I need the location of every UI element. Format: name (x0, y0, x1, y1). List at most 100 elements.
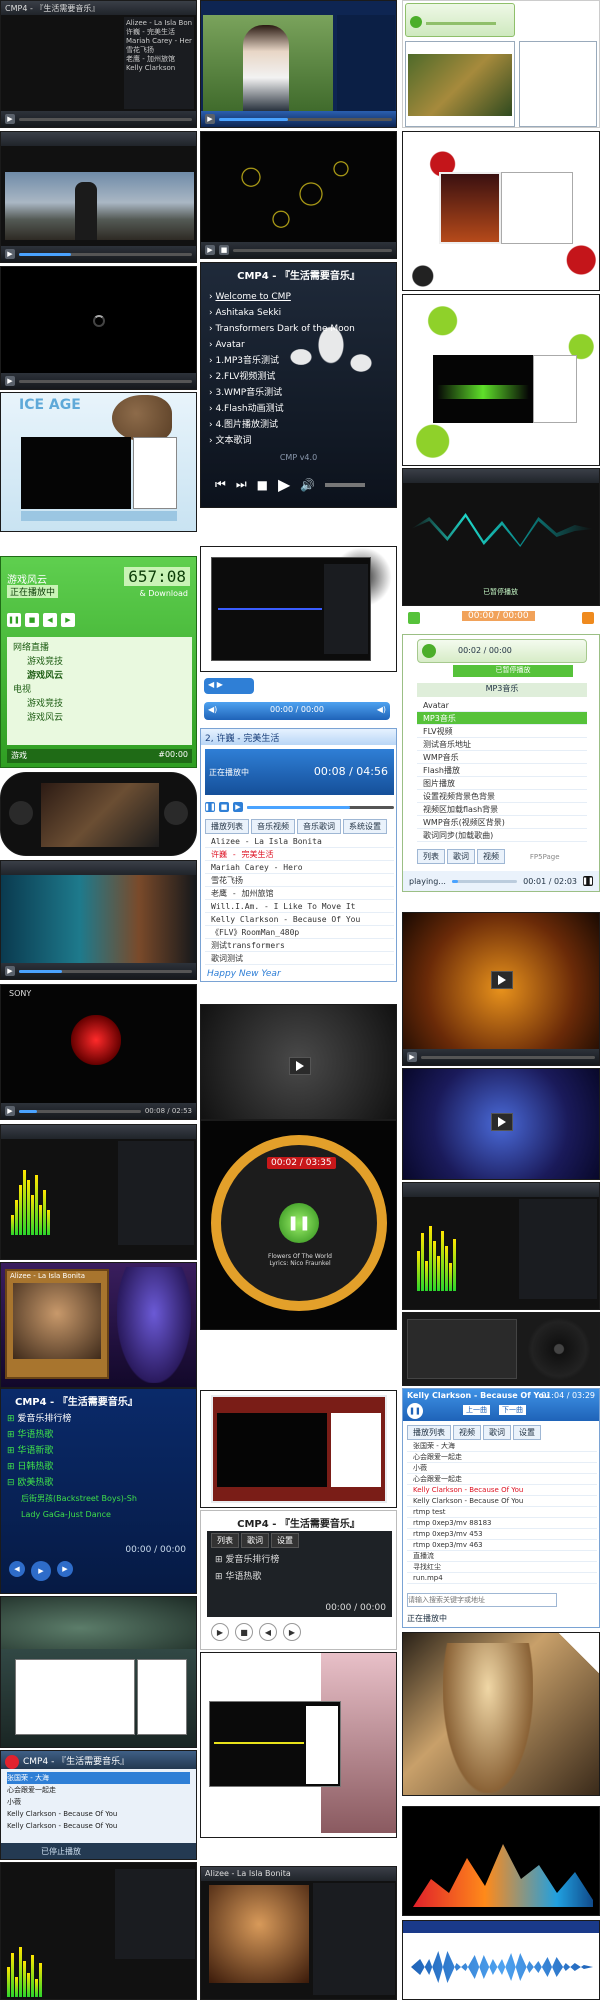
list-item[interactable]: Flash播放 (417, 764, 587, 777)
next-icon[interactable]: ⏭ (236, 477, 247, 492)
tab-video[interactable]: 视频 (477, 849, 505, 864)
list-item[interactable]: ⊞ 爱音乐排行榜 (207, 1550, 392, 1567)
list-item[interactable]: 张国荣 - 大海 (407, 1441, 597, 1452)
tree-item[interactable]: 游戏风云 (13, 669, 186, 683)
seek-slider[interactable] (19, 379, 192, 383)
list-item[interactable]: 歌词同步(加载歌曲) (417, 829, 587, 842)
seek-slider[interactable] (19, 117, 192, 121)
tab-playlist[interactable]: 播放列表 (407, 1425, 451, 1440)
tree-item[interactable]: 游戏竞技 (13, 655, 186, 669)
list-item[interactable]: rtmp 0xep3/mv 463 (407, 1540, 597, 1551)
menu-item[interactable]: › 4.Flash动画测试 (209, 401, 355, 417)
tab-lyrics[interactable]: 音乐歌词 (297, 819, 341, 834)
list-item[interactable]: MP3音乐 (417, 712, 587, 725)
menu-item[interactable]: › Avatar (209, 337, 355, 353)
play-button[interactable]: ▶ (5, 1106, 15, 1116)
record-icon[interactable] (5, 1755, 19, 1769)
seek-slider[interactable] (19, 1109, 141, 1113)
download-link[interactable]: & Download (139, 589, 188, 598)
play-button[interactable] (422, 644, 436, 658)
list-item[interactable]: 许巍 - 完美生活 (205, 848, 394, 861)
list-item[interactable]: 测试transformers (205, 939, 394, 952)
list-item[interactable]: ⊞ 华语热歌 (207, 1567, 392, 1584)
list-item[interactable]: 直播流 (407, 1551, 597, 1562)
play-button[interactable]: ▶ (5, 966, 15, 976)
list-item[interactable]: rtmp 0xep3/mv 88183 (407, 1518, 597, 1529)
menu-item[interactable]: › 2.FLV视频测试 (209, 369, 355, 385)
tab-settings[interactable]: 设置 (271, 1533, 299, 1548)
tab-video[interactable]: 音乐视频 (251, 819, 295, 834)
seek-slider[interactable] (451, 879, 518, 883)
seek-slider[interactable] (426, 22, 496, 25)
stop-button[interactable]: ■ (219, 802, 229, 812)
pause-button[interactable]: ❚❚ (279, 1203, 319, 1243)
list-item[interactable]: Mariah Carey - Hero (205, 861, 394, 874)
play-button[interactable]: ▶ (205, 245, 215, 255)
pause-button[interactable]: ❚❚ (7, 613, 21, 627)
list-item[interactable]: ⊞ 华语热歌 (7, 1427, 192, 1443)
list-item[interactable]: 老鹰 - 加州旅馆 (205, 887, 394, 900)
list-item[interactable]: 许巍 - 完美生活 (126, 28, 192, 37)
menu-item[interactable]: › Welcome to CMP (209, 289, 355, 305)
list-item[interactable]: 雪花飞扬 (205, 874, 394, 887)
menu-item[interactable]: › 3.WMP音乐测试 (209, 385, 355, 401)
stop-icon[interactable]: ■ (257, 478, 268, 492)
play-button[interactable]: ▶ (5, 114, 15, 124)
list-item[interactable]: 雪花飞扬 (126, 46, 192, 55)
list-item[interactable]: 老鹰 - 加州旅馆 (126, 55, 192, 64)
tab-playlist[interactable]: 播放列表 (205, 819, 249, 834)
play-button[interactable] (408, 612, 420, 624)
list-item[interactable]: Mariah Carey - Hero (126, 37, 192, 46)
volume-icon[interactable]: ◀) (377, 705, 386, 717)
list-item[interactable]: 小薇 (7, 1796, 190, 1808)
list-item[interactable]: Kelly Clarkson - Because Of You (407, 1496, 597, 1507)
list-item[interactable]: WMP音乐 (417, 751, 587, 764)
menu-item[interactable]: › 1.MP3音乐测试 (209, 353, 355, 369)
volume-icon[interactable]: ◀) (208, 705, 217, 717)
stop-button[interactable]: ■ (25, 613, 39, 627)
prev-button[interactable]: ◀ (43, 613, 57, 627)
next-button[interactable]: ▶ (61, 613, 75, 627)
next-button[interactable]: 下一曲 (499, 1405, 526, 1415)
seek-slider[interactable] (421, 1055, 595, 1059)
play-button[interactable]: ▶ (31, 1561, 51, 1581)
tab-lyrics[interactable]: 歌词 (447, 849, 475, 864)
prev-button[interactable]: 上一曲 (463, 1405, 490, 1415)
pause-button[interactable]: ❚❚ (407, 1403, 423, 1419)
tree-item[interactable]: 游戏风云 (13, 711, 186, 725)
play-button[interactable] (410, 16, 422, 28)
play-button[interactable] (289, 1057, 311, 1075)
prev-icon[interactable]: ⏮ (215, 477, 226, 492)
tab-list[interactable]: 列表 (211, 1533, 239, 1548)
list-item[interactable]: 测试音乐地址 (417, 738, 587, 751)
tab-lyrics[interactable]: 歌词 (483, 1425, 511, 1440)
list-item[interactable]: 心会跟爱一起走 (407, 1452, 597, 1463)
volume-slider[interactable] (325, 482, 366, 487)
play-button[interactable] (491, 1113, 513, 1131)
tab-list[interactable]: 列表 (417, 849, 445, 864)
search-input[interactable] (407, 1593, 557, 1607)
play-button[interactable]: ▶ (407, 1052, 417, 1062)
pause-button[interactable]: ❚❚ (582, 876, 594, 886)
volume-slider[interactable] (247, 805, 394, 809)
list-item[interactable]: FLV视频 (417, 725, 587, 738)
stop-button[interactable] (582, 612, 594, 624)
list-item[interactable]: ⊞ 日韩热歌 (7, 1459, 192, 1475)
list-item[interactable]: rtmp 0xep3/mv 453 (407, 1529, 597, 1540)
tree-item[interactable]: 游戏竞技 (13, 697, 186, 711)
list-item[interactable]: Avatar (417, 699, 587, 712)
list-item[interactable]: WMP音乐(视频区背景) (417, 816, 587, 829)
play-button[interactable]: ▶ (205, 114, 215, 124)
stop-button[interactable]: ■ (219, 245, 229, 255)
next-button[interactable]: ▶ (233, 802, 243, 812)
next-button[interactable]: ▶ (283, 1623, 301, 1641)
tree-group[interactable]: 电视 (13, 683, 186, 697)
tab-settings[interactable]: 系统设置 (343, 819, 387, 834)
list-item[interactable]: 张国荣 - 大海 (7, 1772, 190, 1784)
list-item[interactable]: 设置视频背景色背景 (417, 790, 587, 803)
list-item[interactable]: Kelly Clarkson - Because Of You (205, 913, 394, 926)
list-item[interactable]: 视频区加载flash背景 (417, 803, 587, 816)
list-item[interactable]: 后街男孩(Backstreet Boys)-Sh (7, 1491, 192, 1507)
play-button[interactable]: ▶ (5, 376, 15, 386)
seek-slider[interactable] (19, 969, 192, 973)
